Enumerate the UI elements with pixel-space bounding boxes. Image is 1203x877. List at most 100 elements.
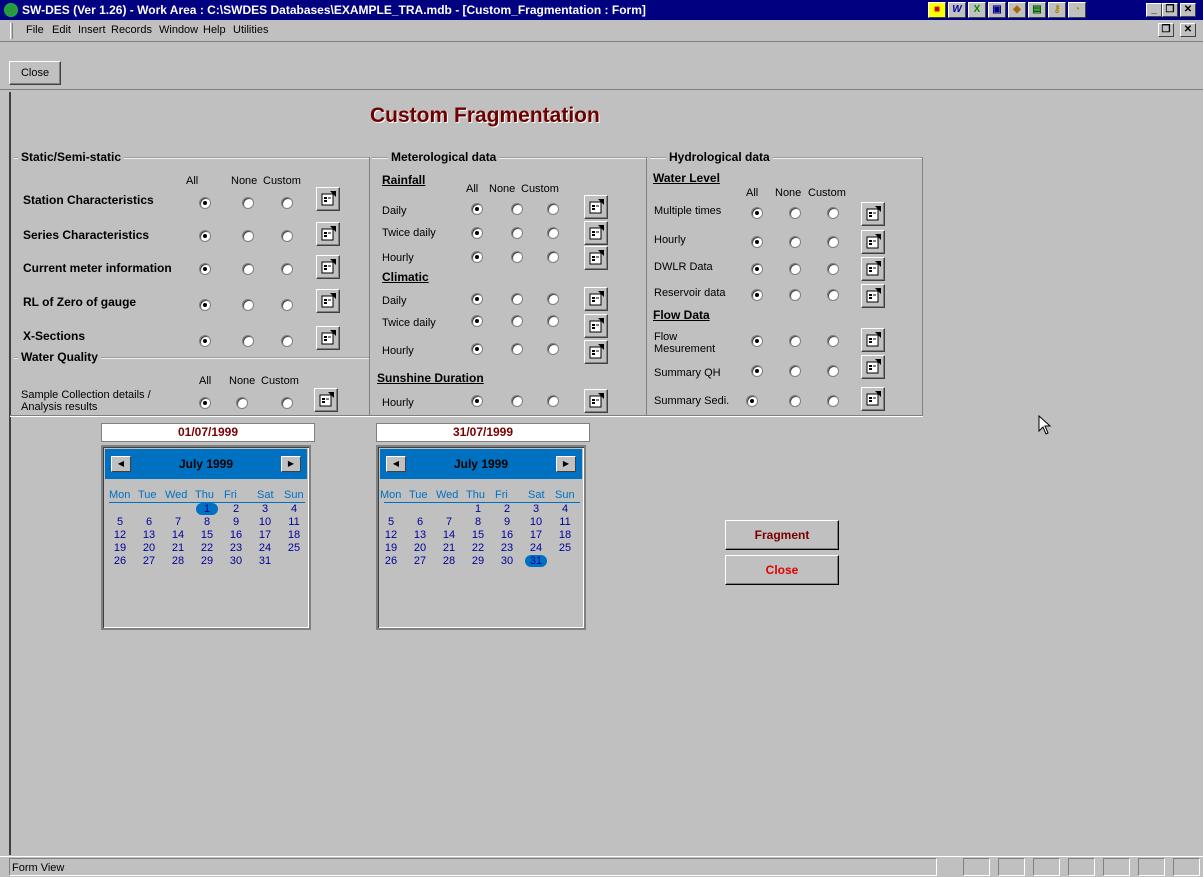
calendar-day[interactable]: 9 — [496, 516, 518, 528]
sun-hourly-options-button[interactable] — [584, 389, 608, 413]
calendar-day[interactable]: 31 — [525, 555, 547, 567]
calendar-day[interactable]: 2 — [225, 503, 247, 515]
wl-reservoir-options-button[interactable] — [861, 284, 885, 308]
close-form-button[interactable]: Close — [725, 555, 839, 585]
find-icon[interactable]: ◔ — [1068, 2, 1086, 18]
calendar-day[interactable]: 5 — [109, 516, 131, 528]
calendar-day[interactable]: 26 — [109, 555, 131, 567]
series-custom-radio[interactable] — [281, 230, 293, 242]
rain-twice-all-radio[interactable] — [471, 227, 483, 239]
qh-none-radio[interactable] — [789, 365, 801, 377]
calendar-day[interactable]: 12 — [109, 529, 131, 541]
current-meter-options-button[interactable] — [316, 255, 340, 279]
calendar-day[interactable]: 24 — [254, 542, 276, 554]
calendar-day[interactable]: 30 — [496, 555, 518, 567]
station-custom-radio[interactable] — [281, 197, 293, 209]
calendar-day[interactable]: 11 — [283, 516, 305, 528]
qh-all-radio[interactable] — [751, 365, 763, 377]
calendar-day[interactable]: 20 — [138, 542, 160, 554]
menu-utilities[interactable]: Utilities — [233, 24, 268, 36]
station-none-radio[interactable] — [242, 197, 254, 209]
current-meter-all-radio[interactable] — [199, 263, 211, 275]
calendar-day[interactable]: 17 — [525, 529, 547, 541]
next-month-button[interactable]: ▶ — [281, 456, 301, 472]
rain-hourly-custom-radio[interactable] — [547, 251, 559, 263]
wl-dwlr-all-radio[interactable] — [751, 263, 763, 275]
calendar-day[interactable]: 27 — [409, 555, 431, 567]
menu-records[interactable]: Records — [111, 24, 152, 36]
xsections-all-radio[interactable] — [199, 335, 211, 347]
calendar-day[interactable]: 4 — [554, 503, 576, 515]
rain-daily-custom-radio[interactable] — [547, 203, 559, 215]
clim-twice-none-radio[interactable] — [511, 315, 523, 327]
current-meter-none-radio[interactable] — [242, 263, 254, 275]
menu-edit[interactable]: Edit — [52, 24, 71, 36]
calendar-day[interactable]: 12 — [380, 529, 402, 541]
calendar-day[interactable]: 14 — [167, 529, 189, 541]
wl-multiple-custom-radio[interactable] — [827, 207, 839, 219]
calendar-day[interactable]: 22 — [196, 542, 218, 554]
calendar-day[interactable]: 20 — [409, 542, 431, 554]
menu-help[interactable]: Help — [203, 24, 226, 36]
calendar-day[interactable]: 19 — [380, 542, 402, 554]
excel-icon[interactable]: X — [968, 2, 986, 18]
calendar-day[interactable]: 11 — [554, 516, 576, 528]
calendar-day[interactable]: 21 — [438, 542, 460, 554]
calendar-day[interactable]: 25 — [554, 542, 576, 554]
clim-hourly-none-radio[interactable] — [511, 343, 523, 355]
restore-icon[interactable]: ❐ — [1162, 3, 1178, 17]
calendar-day[interactable]: 28 — [438, 555, 460, 567]
qh-custom-radio[interactable] — [827, 365, 839, 377]
calendar-day[interactable]: 9 — [225, 516, 247, 528]
calendar-day[interactable]: 26 — [380, 555, 402, 567]
wl-hourly-all-radio[interactable] — [751, 236, 763, 248]
wl-dwlr-options-button[interactable] — [861, 257, 885, 281]
rl-zero-all-radio[interactable] — [199, 299, 211, 311]
sedi-options-button[interactable] — [861, 387, 885, 411]
wl-dwlr-none-radio[interactable] — [789, 263, 801, 275]
calendar-day[interactable]: 1 — [467, 503, 489, 515]
calendar-day[interactable]: 15 — [196, 529, 218, 541]
calendar-day[interactable]: 29 — [467, 555, 489, 567]
sun-hourly-all-radio[interactable] — [471, 395, 483, 407]
network-icon[interactable]: ◆ — [1008, 2, 1026, 18]
wq-all-radio[interactable] — [199, 397, 211, 409]
current-meter-custom-radio[interactable] — [281, 263, 293, 275]
calendar-day[interactable]: 18 — [554, 529, 576, 541]
clim-hourly-options-button[interactable] — [584, 340, 608, 364]
calendar-day[interactable]: 10 — [254, 516, 276, 528]
series-options-button[interactable] — [316, 222, 340, 246]
wl-reservoir-all-radio[interactable] — [751, 289, 763, 301]
menu-window[interactable]: Window — [159, 24, 198, 36]
calendar-day[interactable]: 23 — [496, 542, 518, 554]
calendar-day[interactable]: 31 — [254, 555, 276, 567]
clim-twice-all-radio[interactable] — [471, 315, 483, 327]
rain-daily-options-button[interactable] — [584, 195, 608, 219]
wl-hourly-none-radio[interactable] — [789, 236, 801, 248]
clim-twice-custom-radio[interactable] — [547, 315, 559, 327]
calendar-day[interactable]: 3 — [525, 503, 547, 515]
rain-daily-none-radio[interactable] — [511, 203, 523, 215]
calendar-day[interactable]: 7 — [438, 516, 460, 528]
wl-multiple-none-radio[interactable] — [789, 207, 801, 219]
wl-hourly-options-button[interactable] — [861, 230, 885, 254]
calendar-day[interactable]: 6 — [409, 516, 431, 528]
flow-meas-options-button[interactable] — [861, 328, 885, 352]
station-all-radio[interactable] — [199, 197, 211, 209]
start-date-field[interactable]: 01/07/1999 — [101, 423, 315, 442]
calendar-day[interactable]: 17 — [254, 529, 276, 541]
calendar-day[interactable]: 27 — [138, 555, 160, 567]
app-icon[interactable] — [4, 3, 18, 17]
wl-multiple-options-button[interactable] — [861, 202, 885, 226]
calendar-day[interactable]: 14 — [438, 529, 460, 541]
rl-zero-none-radio[interactable] — [242, 299, 254, 311]
calendar-day[interactable]: 19 — [109, 542, 131, 554]
calendar-day[interactable]: 8 — [196, 516, 218, 528]
calendar-day[interactable]: 4 — [283, 503, 305, 515]
sedi-custom-radio[interactable] — [827, 395, 839, 407]
calendar-day[interactable]: 3 — [254, 503, 276, 515]
calculator-icon[interactable]: ▤ — [1028, 2, 1046, 18]
rl-zero-options-button[interactable] — [316, 289, 340, 313]
calendar-day[interactable]: 1 — [196, 503, 218, 515]
flow-meas-all-radio[interactable] — [751, 335, 763, 347]
